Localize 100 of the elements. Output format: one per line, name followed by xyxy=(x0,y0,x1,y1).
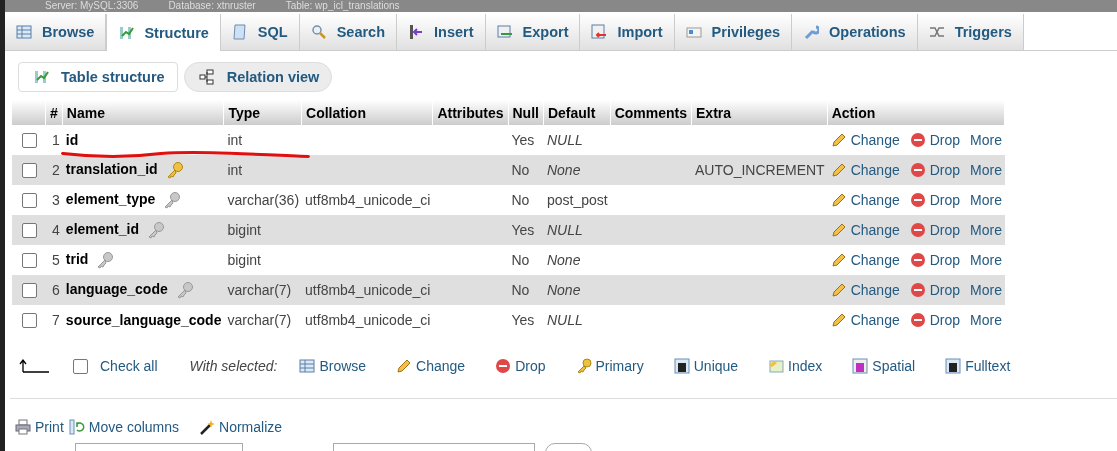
type-cell: int xyxy=(227,132,243,148)
collation-cell: utf8mb4_unicode_ci xyxy=(305,312,431,328)
tool-link[interactable]: Print xyxy=(15,419,64,435)
action-link[interactable]: Change xyxy=(830,312,900,328)
column-header: Name xyxy=(62,100,225,125)
magic-wand-icon xyxy=(199,419,216,435)
column-header: Action xyxy=(827,100,1005,125)
column-name: element_id xyxy=(65,220,139,237)
column-name: translation_id xyxy=(65,160,158,177)
tab[interactable]: SQL xyxy=(220,14,300,50)
column-name: trid xyxy=(65,250,89,267)
minus-circle-icon xyxy=(909,192,926,208)
pencil-icon xyxy=(830,312,847,328)
wrench-icon xyxy=(803,24,820,40)
pencil-icon xyxy=(830,132,847,148)
row-number: 4 xyxy=(52,222,60,238)
action-link[interactable]: Drop xyxy=(909,192,961,208)
action-link[interactable]: Change xyxy=(830,222,900,238)
row-number: 2 xyxy=(52,162,60,178)
row-checkbox[interactable] xyxy=(21,253,37,269)
subtab[interactable]: Table structure xyxy=(18,62,178,92)
bulk-action-link[interactable]: Index xyxy=(768,358,823,374)
insert-icon xyxy=(408,24,425,40)
scroll-icon xyxy=(231,24,248,40)
action-link[interactable]: More xyxy=(970,222,1002,238)
row-checkbox[interactable] xyxy=(21,313,37,329)
action-link[interactable]: Change xyxy=(830,162,900,178)
columns-arrow-icon xyxy=(68,419,85,435)
action-link[interactable]: Change xyxy=(830,252,900,268)
minus-circle-icon xyxy=(909,162,926,178)
action-link[interactable]: Drop xyxy=(909,282,961,298)
action-link[interactable]: Change xyxy=(830,282,900,298)
pencil-icon xyxy=(830,252,847,268)
action-link[interactable]: More xyxy=(970,282,1002,298)
default-cell: None xyxy=(546,162,581,178)
check-all-checkbox[interactable] xyxy=(73,358,88,374)
column-header: Extra xyxy=(692,100,828,125)
tool-link[interactable]: Normalize xyxy=(199,419,283,435)
table-icon xyxy=(16,24,32,40)
row-checkbox[interactable] xyxy=(21,283,37,299)
check-all-link[interactable]: Check all xyxy=(100,358,158,374)
bulk-action-link[interactable]: Drop xyxy=(495,358,546,374)
bulk-action-link[interactable]: Change xyxy=(396,358,466,374)
row-number: 6 xyxy=(52,282,60,298)
row-checkbox[interactable] xyxy=(21,133,37,149)
action-link[interactable]: More xyxy=(970,312,1002,328)
minus-circle-icon xyxy=(909,222,926,238)
action-link[interactable]: Change xyxy=(830,192,900,208)
action-link[interactable]: Drop xyxy=(909,312,961,328)
type-cell: varchar(7) xyxy=(227,282,292,298)
chart-icon xyxy=(118,24,135,41)
row-checkbox[interactable] xyxy=(21,193,37,209)
type-cell: bigint xyxy=(227,222,261,238)
row-number: 3 xyxy=(52,192,60,208)
with-selected-label: With selected: xyxy=(189,358,278,374)
action-link[interactable]: More xyxy=(970,162,1002,178)
tab[interactable]: Export xyxy=(485,14,581,50)
action-link[interactable]: Drop xyxy=(909,162,961,178)
null-cell: Yes xyxy=(511,312,535,328)
bulk-action-link[interactable]: Fulltext xyxy=(945,358,1011,374)
action-link[interactable]: More xyxy=(970,252,1002,268)
tab[interactable]: Operations xyxy=(792,14,918,50)
search-icon xyxy=(310,24,327,40)
subtab[interactable]: Relation view xyxy=(183,62,333,92)
action-link[interactable]: Drop xyxy=(909,252,961,268)
tab[interactable]: Insert xyxy=(397,14,486,50)
type-cell: int xyxy=(227,162,243,178)
column-header: # xyxy=(46,100,63,125)
column-header: Attributes xyxy=(433,100,509,125)
tab[interactable]: Search xyxy=(299,14,398,50)
tab[interactable]: Triggers xyxy=(917,14,1024,50)
tab[interactable]: Browse xyxy=(5,14,107,50)
bulk-action-link[interactable]: Browse xyxy=(299,358,367,374)
row-checkbox[interactable] xyxy=(21,223,37,239)
relation-icon xyxy=(198,69,215,85)
pencil-icon xyxy=(396,358,413,374)
minus-circle-icon xyxy=(909,132,926,148)
collation-cell: utf8mb4_unicode_ci xyxy=(305,282,431,298)
export-icon xyxy=(496,24,513,40)
action-link[interactable]: Drop xyxy=(909,132,961,148)
null-cell: No xyxy=(511,282,530,298)
index-icon xyxy=(768,358,785,374)
tool-link[interactable]: Move columns xyxy=(68,419,180,435)
action-link[interactable]: Drop xyxy=(909,222,961,238)
tab[interactable]: Import xyxy=(580,14,675,50)
bulk-action-link[interactable]: Unique xyxy=(673,358,739,374)
null-cell: Yes xyxy=(511,222,535,238)
tab[interactable]: Structure xyxy=(106,14,221,51)
tab[interactable]: Privileges xyxy=(674,14,793,50)
action-link[interactable]: Change xyxy=(830,132,900,148)
column-name: source_language_code xyxy=(65,312,222,328)
bulk-action-link[interactable]: Primary xyxy=(575,358,644,374)
collation-cell: utf8mb4_unicode_ci xyxy=(305,192,431,208)
bulk-action-link[interactable]: Spatial xyxy=(852,358,916,374)
null-cell: No xyxy=(511,252,530,268)
minus-circle-icon xyxy=(909,282,926,298)
action-link[interactable]: More xyxy=(970,132,1002,148)
column-name: id xyxy=(65,132,79,148)
row-checkbox[interactable] xyxy=(21,163,37,179)
action-link[interactable]: More xyxy=(970,192,1002,208)
